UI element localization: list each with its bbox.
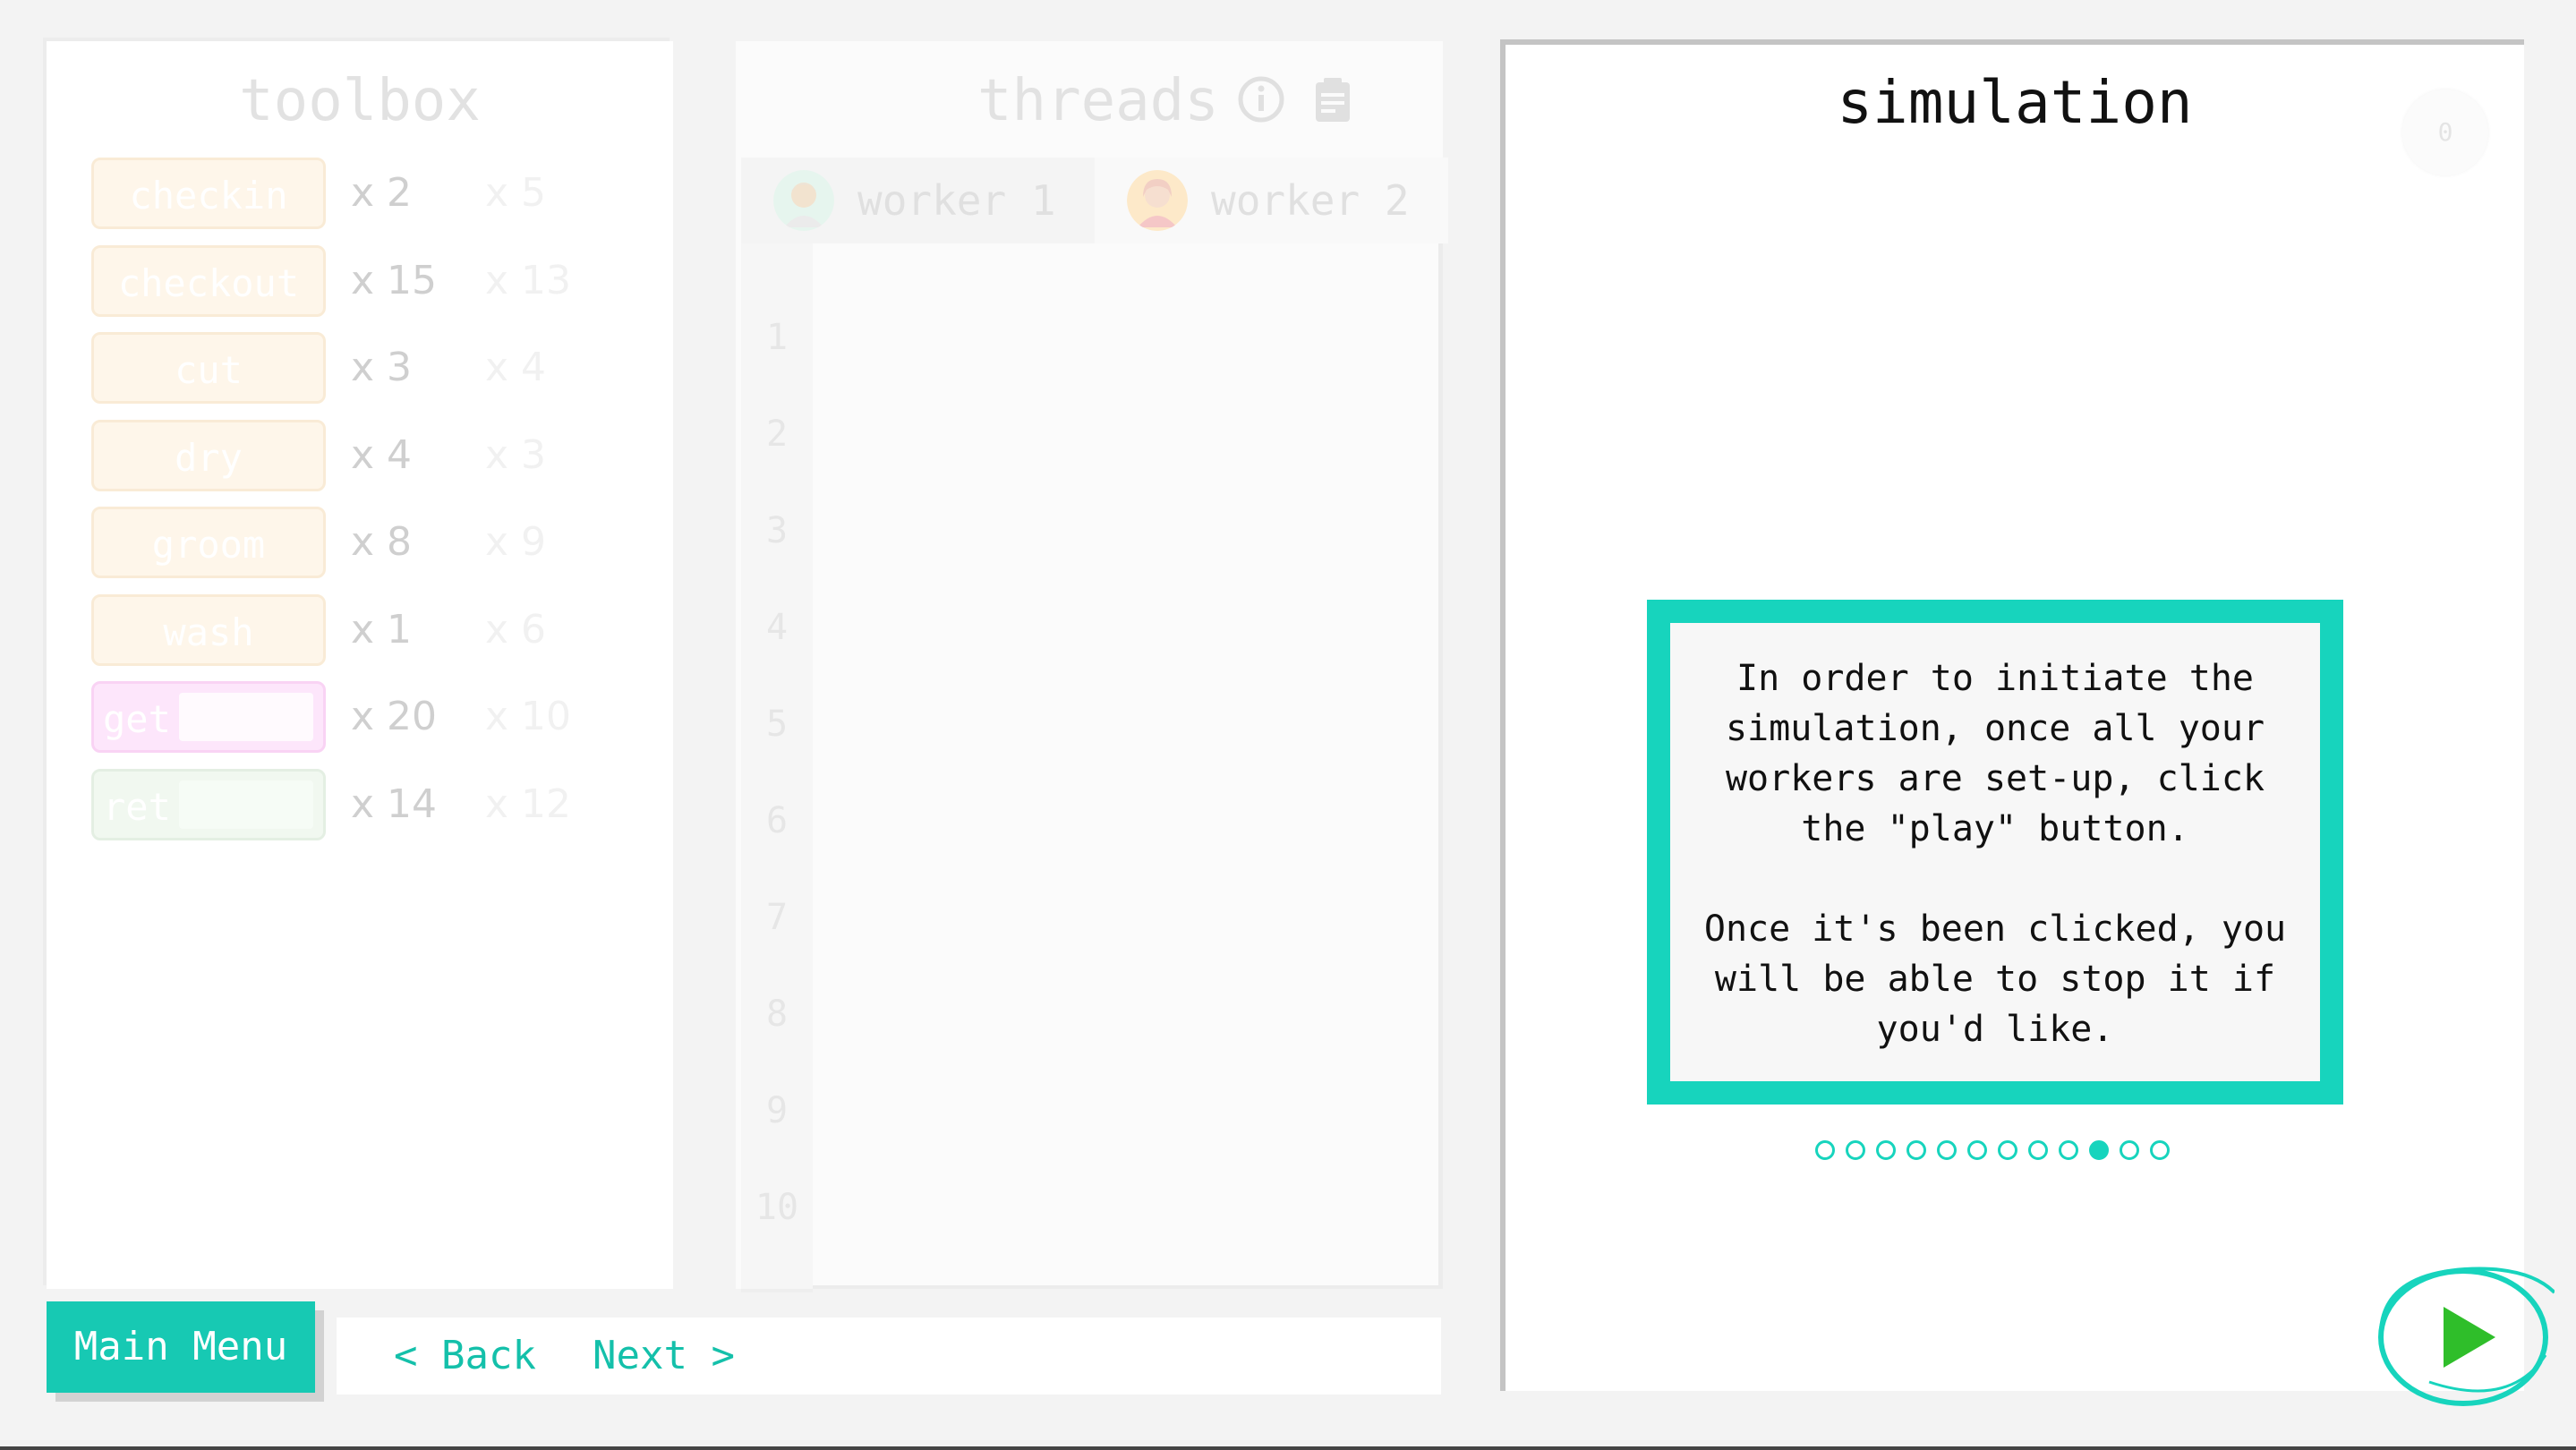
threads-title: threads: [977, 68, 1219, 134]
tutorial-step-dots: [1506, 1135, 2524, 1171]
tutorial-tip: In order to initiate the simulation, onc…: [1647, 600, 2343, 1105]
tab-label: worker 2: [1211, 176, 1410, 225]
line-number: 4: [765, 607, 789, 648]
line-number: 6: [765, 800, 789, 841]
line-number: 5: [765, 704, 789, 745]
tool-quantity-secondary: x 6: [485, 606, 547, 652]
window-bottom-edge: [0, 1446, 2576, 1450]
tab-label: worker 1: [857, 176, 1056, 225]
tip-paragraph: In order to initiate the simulation, onc…: [1725, 658, 2265, 849]
tool-block-cut[interactable]: cut: [91, 332, 326, 404]
tool-label: checkin: [129, 174, 288, 218]
tool-quantity: x 2: [351, 170, 413, 216]
tool-row-checkin: checkin x 2 x 5: [91, 158, 628, 229]
threads-divider: [813, 1285, 1443, 1289]
tool-block-ret[interactable]: ret: [91, 768, 326, 840]
step-dot[interactable]: [2059, 1140, 2078, 1160]
step-dot[interactable]: [2089, 1140, 2109, 1160]
tip-paragraph: Once it's been clicked, you will be able…: [1703, 908, 2287, 1050]
tool-block-checkin[interactable]: checkin: [91, 158, 326, 229]
step-dot[interactable]: [1906, 1140, 1926, 1160]
tool-quantity-secondary: x 9: [485, 519, 547, 565]
tool-arg-slot[interactable]: [179, 693, 313, 741]
play-icon: [2444, 1307, 2495, 1368]
tool-quantity: x 8: [351, 519, 413, 565]
step-dot[interactable]: [1967, 1140, 1987, 1160]
tool-block-get[interactable]: get: [91, 681, 326, 753]
tool-label: get: [103, 697, 171, 741]
step-dot[interactable]: [2028, 1140, 2048, 1160]
tool-quantity: x 15: [351, 257, 438, 303]
info-icon[interactable]: [1237, 75, 1285, 124]
tool-label: groom: [151, 523, 266, 567]
tool-quantity: x 14: [351, 780, 438, 827]
next-button[interactable]: Next >: [593, 1318, 735, 1395]
simulation-panel: simulation 0 In order to initiate the si…: [1500, 39, 2524, 1391]
toolbox-panel: toolbox checkin x 2 x 5 checkout x 15 x 13 cut…: [47, 41, 673, 1289]
step-dot[interactable]: [1998, 1140, 2017, 1160]
line-number: 2: [765, 414, 789, 455]
simulation-title: simulation: [1837, 68, 2193, 137]
threads-scrollbar: [1438, 243, 1443, 1289]
tool-row-ret: ret x 14 x 12: [91, 768, 628, 840]
tool-arg-slot[interactable]: [179, 780, 313, 829]
tool-quantity-secondary: x 5: [485, 170, 547, 216]
tool-label: cut: [175, 348, 243, 392]
tool-row-cut: cut x 3 x 4: [91, 332, 628, 404]
tool-block-checkout[interactable]: checkout: [91, 244, 326, 317]
line-number: 7: [765, 897, 789, 938]
tool-row-checkout: checkout x 15 x 13: [91, 244, 628, 317]
tool-label: dry: [175, 435, 243, 480]
tab-worker-2[interactable]: worker 2: [1095, 158, 1448, 243]
tab-worker-1[interactable]: worker 1: [741, 158, 1095, 243]
tool-block-dry[interactable]: dry: [91, 419, 326, 491]
line-number: 9: [765, 1090, 789, 1131]
tutorial-nav: < Back Next >: [337, 1318, 1441, 1395]
tool-row-wash: wash x 1 x 6: [91, 593, 628, 666]
tool-quantity-secondary: x 3: [485, 431, 547, 478]
tool-quantity: x 4: [351, 431, 413, 478]
line-number: 3: [765, 510, 789, 551]
main-menu-button[interactable]: Main Menu: [47, 1301, 315, 1393]
tick-counter: 0: [2402, 90, 2488, 175]
tool-quantity-secondary: x 13: [485, 257, 572, 303]
tool-label: ret: [103, 784, 171, 829]
tool-quantity-secondary: x 4: [485, 345, 547, 390]
tool-label: wash: [163, 610, 254, 654]
back-button[interactable]: < Back: [394, 1318, 536, 1395]
step-dot[interactable]: [2150, 1140, 2170, 1160]
play-button[interactable]: [2376, 1257, 2555, 1409]
step-dot[interactable]: [1815, 1140, 1835, 1160]
tool-quantity-secondary: x 10: [485, 694, 572, 739]
step-dot[interactable]: [2120, 1140, 2139, 1160]
tool-quantity: x 3: [351, 345, 413, 390]
tool-block-groom[interactable]: groom: [91, 507, 326, 578]
worker-1-avatar: [773, 170, 834, 231]
tool-row-get: get x 20 x 10: [91, 681, 628, 753]
worker-2-avatar: [1127, 170, 1188, 231]
line-number-gutter: 1 2 3 4 5 6 7 8 9 10: [741, 243, 813, 1292]
tool-label: checkout: [117, 260, 300, 305]
threads-panel: threads worker 1 worker 2 1 2 3 4 5 6 7 8 9 10: [736, 41, 1448, 1292]
tool-quantity: x 20: [351, 694, 438, 739]
line-number: 8: [765, 994, 789, 1035]
toolbox-title: toolbox: [239, 68, 481, 134]
step-dot[interactable]: [1846, 1140, 1865, 1160]
tool-block-wash[interactable]: wash: [91, 593, 326, 666]
tool-quantity: x 1: [351, 606, 413, 652]
tool-row-groom: groom x 8 x 9: [91, 507, 628, 578]
line-number: 1: [765, 317, 789, 358]
tool-quantity-secondary: x 12: [485, 780, 572, 827]
tool-row-dry: dry x 4 x 3: [91, 419, 628, 491]
clipboard-icon[interactable]: [1309, 75, 1357, 124]
line-number: 10: [755, 1187, 799, 1228]
step-dot[interactable]: [1937, 1140, 1957, 1160]
step-dot[interactable]: [1876, 1140, 1896, 1160]
